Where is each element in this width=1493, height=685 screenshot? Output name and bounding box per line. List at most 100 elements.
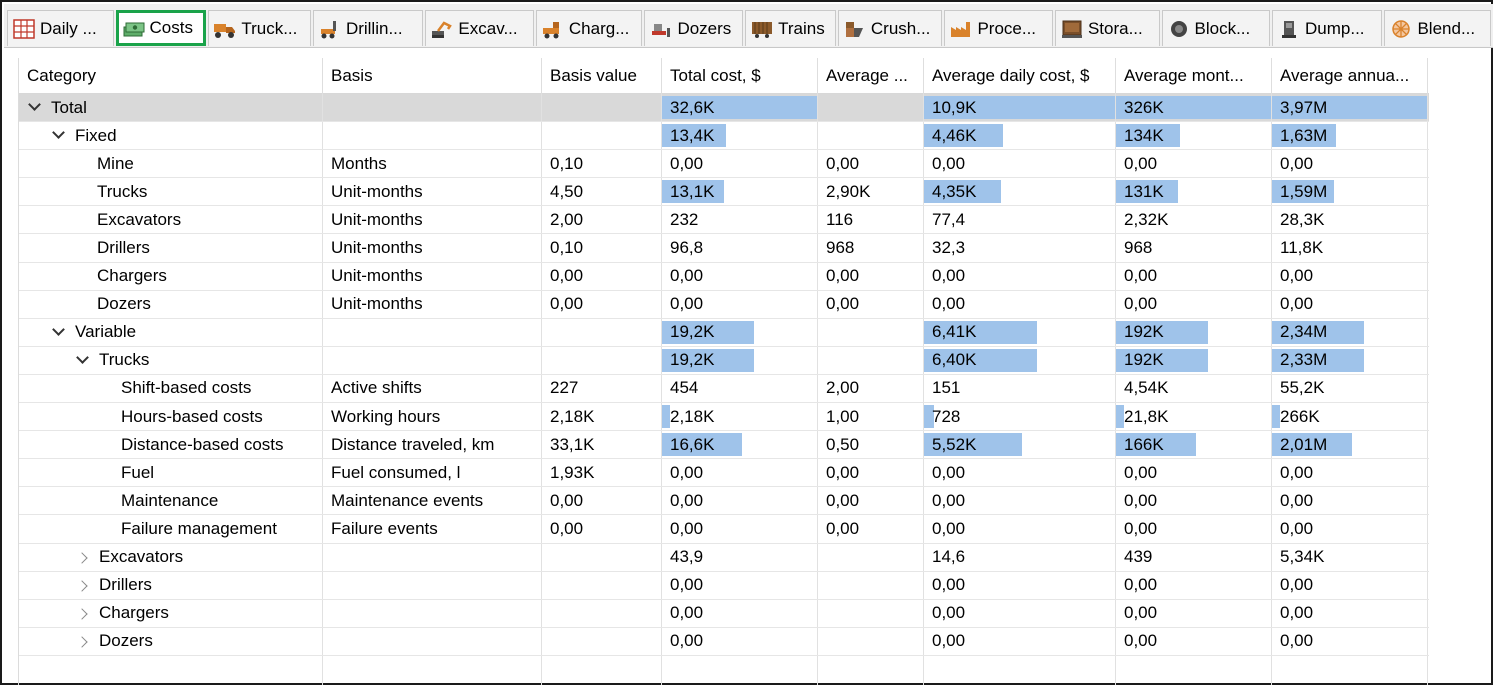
cell-value: 5,52K	[932, 434, 977, 454]
table-row[interactable]: Fuel Fuel consumed, l 1,93K 0,00 0,00 0,00 0,0…	[19, 459, 1429, 488]
cell-basis-value	[542, 599, 662, 627]
cell-value: Total	[51, 97, 87, 117]
table-row[interactable]: Failure management Failure events 0,00 0,00…	[19, 515, 1429, 544]
cell-average-daily-cost: 0,00	[924, 515, 1116, 543]
table-row[interactable]: Chargers Unit-months 0,00 0,00 0,00 0,00 0,00 0…	[19, 262, 1429, 291]
chevron-down-icon[interactable]	[49, 325, 67, 340]
cell-value: 454	[670, 378, 699, 398]
tab-excav[interactable]: Excav...	[425, 10, 534, 46]
table-row[interactable]: Maintenance Maintenance events 0,00 0,00 0,0…	[19, 487, 1429, 516]
cell-category: Hours-based costs	[19, 403, 323, 431]
cell-value: 3,97M	[1280, 97, 1328, 117]
cell-value: 19,2K	[670, 322, 715, 342]
cell-value: 4,35K	[932, 181, 977, 201]
cell-value: 0,00	[1124, 462, 1158, 482]
column-header-average-monthly-cost[interactable]: Average mont...	[1116, 58, 1272, 94]
cell-category: Failure management	[19, 515, 323, 543]
cell-value: 0,00	[1280, 266, 1314, 286]
chevron-right-icon[interactable]	[73, 606, 91, 621]
cell-value: Variable	[75, 322, 137, 342]
table-row[interactable]: Total 32,6K 10,9K 326K 3,97M	[19, 94, 1429, 123]
tab-daily[interactable]: Daily ...	[7, 10, 114, 46]
chevron-right-icon[interactable]	[73, 634, 91, 649]
table-row[interactable]: Excavators 43,9 14,6 439 5,34K	[19, 543, 1429, 572]
cell-value: Active shifts	[331, 378, 422, 398]
cell-value: 0,00	[826, 153, 860, 173]
cell-value: 77,4	[932, 209, 966, 229]
cell-total-cost: 0,00	[662, 262, 818, 290]
column-header-basis-value[interactable]: Basis value	[542, 58, 662, 94]
cell-average: 0,00	[818, 487, 924, 515]
table-row[interactable]: Mine Months 0,10 0,00 0,00 0,00 0,00 0,00	[19, 150, 1429, 179]
tab-dozers[interactable]: Dozers	[644, 10, 744, 46]
table-row[interactable]: Trucks Unit-months 4,50 13,1K 2,90K 4,35K 131K…	[19, 178, 1429, 207]
column-header-category[interactable]: Category	[19, 58, 323, 94]
table-row[interactable]: Fixed 13,4K 4,46K 134K 1,63M	[19, 122, 1429, 151]
tab-stora[interactable]: Stora...	[1054, 10, 1160, 46]
cell-value: 326K	[1124, 97, 1164, 117]
tab-label: Stora...	[1087, 18, 1143, 38]
chevron-right-icon[interactable]	[73, 578, 91, 593]
cell-value: 33,1K	[550, 434, 595, 454]
table-row[interactable]: Hours-based costs Working hours 2,18K 2,18K…	[19, 403, 1429, 432]
table-row[interactable]: Drillers Unit-months 0,10 96,8 968 32,3 968 11,…	[19, 234, 1429, 263]
drill-icon	[318, 18, 342, 40]
cell-value: Unit-months	[331, 294, 423, 314]
table-row[interactable]: Trucks 19,2K 6,40K 192K 2,33M	[19, 346, 1429, 375]
column-header-average-annual-cost[interactable]: Average annua...	[1272, 58, 1428, 94]
cell-average-daily-cost: 0,00	[924, 487, 1116, 515]
tab-drillin[interactable]: Drillin...	[312, 10, 424, 46]
chevron-down-icon[interactable]	[73, 353, 91, 368]
table-row[interactable]: Dozers Unit-months 0,00 0,00 0,00 0,00 0,00 0,0…	[19, 290, 1429, 319]
cell-value: 6,40K	[932, 350, 977, 370]
chevron-down-icon[interactable]	[25, 100, 43, 115]
cell-value: 2,18K	[550, 406, 595, 426]
column-header-total-cost[interactable]: Total cost, $	[662, 58, 818, 94]
tab-dump[interactable]: Dump...	[1272, 10, 1383, 46]
cell-average	[818, 94, 924, 122]
tab-truck[interactable]: Truck...	[208, 10, 311, 46]
cell-value: 0,00	[1124, 575, 1158, 595]
column-header-average-daily-cost[interactable]: Average daily cost, $	[924, 58, 1116, 94]
cell-value: Working hours	[331, 406, 441, 426]
cell-value: 134K	[1124, 125, 1164, 145]
cell-value: Maintenance	[121, 490, 219, 510]
cell-total-cost: 96,8	[662, 234, 818, 262]
cell-basis: Fuel consumed, l	[323, 459, 542, 487]
chevron-right-icon[interactable]	[73, 550, 91, 565]
column-header-average[interactable]: Average ...	[818, 58, 924, 94]
tab-block[interactable]: Block...	[1161, 10, 1270, 46]
cell-value: 21,8K	[1124, 406, 1169, 426]
table-row[interactable]: Variable 19,2K 6,41K 192K 2,34M	[19, 318, 1429, 347]
tab-proce[interactable]: Proce...	[944, 10, 1053, 46]
table-row[interactable]: Dozers 0,00 0,00 0,00 0,00	[19, 627, 1429, 656]
table-row[interactable]: Shift-based costs Active shifts 227 454 2,00…	[19, 374, 1429, 404]
tab-costs[interactable]: Costs	[115, 10, 207, 46]
truck-icon	[213, 18, 237, 40]
cell-basis: Unit-months	[323, 206, 542, 234]
table-row[interactable]: Excavators Unit-months 2,00 232 116 77,4 2,32K…	[19, 206, 1429, 235]
tab-trains[interactable]: Trains	[745, 10, 836, 46]
table-row[interactable]: Drillers 0,00 0,00 0,00 0,00	[19, 571, 1429, 600]
column-header-basis[interactable]: Basis	[323, 58, 542, 94]
tab-charg[interactable]: Charg...	[535, 10, 643, 46]
tab-label: Dozers	[677, 18, 732, 38]
cell-value: 0,10	[550, 153, 584, 173]
table-row[interactable]: Distance-based costs Distance traveled, k…	[19, 431, 1429, 460]
cell-average-annual-cost: 266K	[1272, 403, 1428, 431]
dozer-icon	[649, 18, 673, 40]
cell-average-daily-cost: 0,00	[924, 459, 1116, 487]
tab-blend[interactable]: Blend...	[1384, 10, 1491, 46]
cell-basis-value: 0,00	[542, 262, 662, 290]
tab-label: Crush...	[870, 18, 931, 38]
chevron-down-icon[interactable]	[49, 128, 67, 143]
table-row[interactable]: Chargers 0,00 0,00 0,00 0,00	[19, 599, 1429, 628]
cell-average-daily-cost: 0,00	[924, 571, 1116, 599]
tab-crush[interactable]: Crush...	[837, 10, 943, 46]
cell-average: 2,90K	[818, 178, 924, 206]
cell-total-cost: 0,00	[662, 515, 818, 543]
cell-value: 2,00	[550, 209, 584, 229]
cell-value: 5,34K	[1280, 547, 1325, 567]
cell-category: Excavators	[19, 543, 323, 571]
cell-value: 151	[932, 378, 961, 398]
